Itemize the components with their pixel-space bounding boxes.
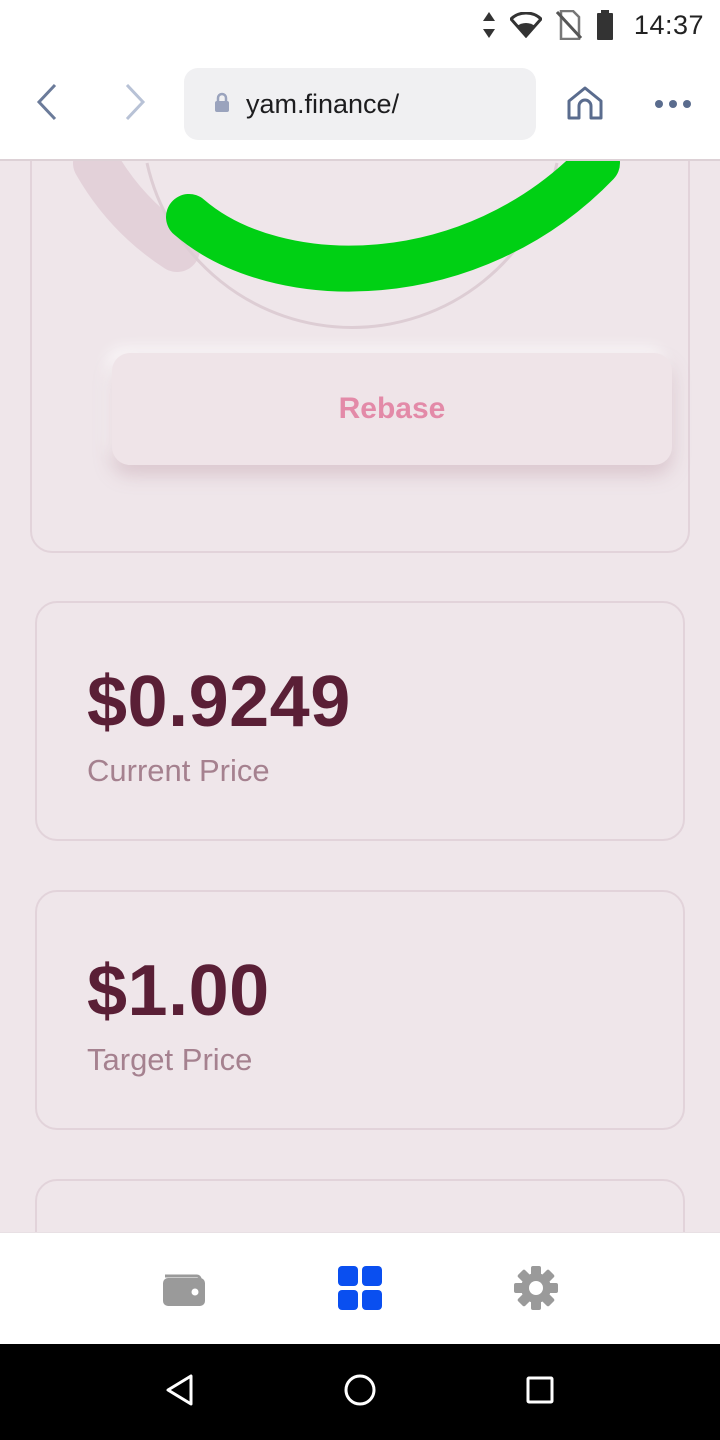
browser-toolbar: yam.finance/ [0,50,720,161]
bottom-nav [0,1232,720,1344]
bottom-nav-wallet[interactable] [159,1265,209,1315]
gauge-track [73,161,200,272]
url-text: yam.finance/ [246,88,400,119]
rebase-card: Rebase [30,161,690,553]
back-button[interactable] [22,76,72,132]
system-nav-bar [0,1344,720,1440]
system-back-button[interactable] [156,1368,204,1416]
rebase-gauge [73,161,620,329]
no-sim-icon [555,10,582,40]
target-price-label: Target Price [87,1042,253,1077]
back-arrow-icon [35,83,59,126]
home-button[interactable] [560,80,610,130]
forward-button[interactable] [110,76,160,132]
current-price-label: Current Price [87,753,270,788]
status-time: 14:37 [633,9,704,40]
url-bar[interactable]: yam.finance/ [184,68,536,140]
target-price-card: $1.00 Target Price [35,890,685,1130]
battery-icon [596,10,614,40]
gear-icon [513,1265,559,1316]
system-home-button[interactable] [336,1368,384,1416]
status-bar: 14:37 [0,0,720,50]
square-recents-icon [525,1375,555,1410]
forward-arrow-icon [123,83,147,126]
next-stat-card [35,1179,685,1232]
lock-icon [214,92,230,117]
target-price-value: $1.00 [87,951,270,1031]
wifi-icon [509,12,542,38]
triangle-back-icon [165,1374,195,1411]
data-arrows-icon [482,12,496,38]
rebase-button[interactable]: Rebase [112,353,672,465]
gauge-progress [166,161,620,292]
dashboard-grid-icon [337,1265,383,1316]
bottom-nav-settings[interactable] [511,1265,561,1315]
circle-home-icon [343,1373,377,1412]
page-content: Rebase $0.9249 Current Price $1.00 Targe… [0,161,720,1232]
wallet-icon [161,1268,207,1313]
bottom-nav-dashboard[interactable] [335,1265,385,1315]
more-icon [654,96,692,114]
home-icon [566,86,604,125]
current-price-card: $0.9249 Current Price [35,601,685,841]
system-recents-button[interactable] [516,1368,564,1416]
current-price-value: $0.9249 [87,662,351,742]
more-menu-button[interactable] [648,80,698,130]
